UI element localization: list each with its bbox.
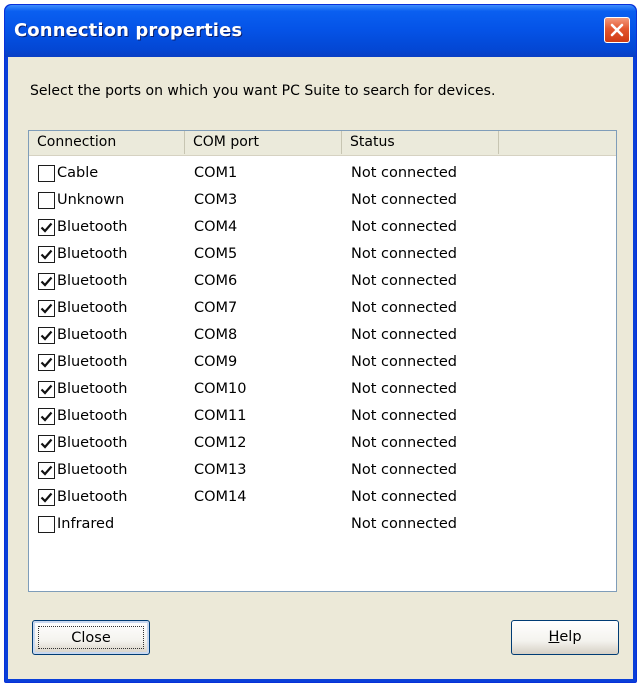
com-port-cell: COM6 — [194, 273, 238, 289]
port-checkbox[interactable] — [38, 489, 55, 506]
column-header-empty — [499, 131, 616, 154]
com-port-cell: COM7 — [194, 300, 238, 316]
help-mnemonic: H — [548, 629, 560, 645]
checkmark-icon — [40, 357, 53, 368]
connection-cell: Bluetooth — [57, 381, 128, 397]
connection-properties-dialog: Connection properties Select the ports o… — [4, 4, 637, 683]
connection-cell: Cable — [57, 165, 99, 181]
port-checkbox[interactable] — [38, 246, 55, 263]
list-rows: Cable COM1 Not connected Unknown COM3 Not con… — [29, 160, 616, 538]
checkmark-icon — [40, 249, 53, 260]
port-checkbox[interactable] — [38, 219, 55, 236]
list-item[interactable]: Bluetooth COM11 Not connected — [29, 403, 616, 430]
status-cell: Not connected — [351, 300, 457, 316]
status-cell: Not connected — [351, 354, 457, 370]
list-header: Connection COM port Status — [29, 131, 616, 156]
status-cell: Not connected — [351, 408, 457, 424]
com-port-cell: COM12 — [194, 435, 247, 451]
status-cell: Not connected — [351, 327, 457, 343]
checkmark-icon — [40, 384, 53, 395]
com-port-cell: COM11 — [194, 408, 247, 424]
port-checkbox[interactable] — [38, 381, 55, 398]
checkmark-icon — [40, 465, 53, 476]
column-header-com-port[interactable]: COM port — [185, 131, 342, 154]
com-port-cell: COM14 — [194, 489, 247, 505]
list-item[interactable]: Bluetooth COM9 Not connected — [29, 349, 616, 376]
port-checkbox[interactable] — [38, 516, 55, 533]
port-checkbox[interactable] — [38, 192, 55, 209]
connection-cell: Bluetooth — [57, 462, 128, 478]
com-port-cell: COM3 — [194, 192, 238, 208]
column-header-connection[interactable]: Connection — [29, 131, 185, 154]
status-cell: Not connected — [351, 381, 457, 397]
ports-list[interactable]: Connection COM port Status Cable COM1 Not … — [28, 130, 617, 592]
connection-cell: Bluetooth — [57, 219, 128, 235]
checkmark-icon — [40, 438, 53, 449]
help-label-rest: elp — [559, 629, 582, 645]
list-item[interactable]: Bluetooth COM4 Not connected — [29, 214, 616, 241]
list-item[interactable]: Bluetooth COM12 Not connected — [29, 430, 616, 457]
connection-cell: Bluetooth — [57, 273, 128, 289]
dialog-body: Select the ports on which you want PC Su… — [8, 57, 633, 679]
checkmark-icon — [40, 492, 53, 503]
port-checkbox[interactable] — [38, 165, 55, 182]
connection-cell: Bluetooth — [57, 408, 128, 424]
list-item[interactable]: Bluetooth COM5 Not connected — [29, 241, 616, 268]
port-checkbox[interactable] — [38, 300, 55, 317]
help-button[interactable]: Help — [511, 620, 619, 655]
status-cell: Not connected — [351, 246, 457, 262]
status-cell: Not connected — [351, 165, 457, 181]
list-item[interactable]: Unknown COM3 Not connected — [29, 187, 616, 214]
close-button-label: Close — [38, 626, 144, 649]
connection-cell: Bluetooth — [57, 489, 128, 505]
column-header-status[interactable]: Status — [342, 131, 499, 154]
com-port-cell: COM9 — [194, 354, 238, 370]
port-checkbox[interactable] — [38, 435, 55, 452]
list-item[interactable]: Bluetooth COM13 Not connected — [29, 457, 616, 484]
com-port-cell: COM13 — [194, 462, 247, 478]
checkmark-icon — [40, 222, 53, 233]
port-checkbox[interactable] — [38, 327, 55, 344]
port-checkbox[interactable] — [38, 408, 55, 425]
status-cell: Not connected — [351, 219, 457, 235]
titlebar-close-button[interactable] — [604, 17, 630, 43]
com-port-cell: COM8 — [194, 327, 238, 343]
port-checkbox[interactable] — [38, 354, 55, 371]
connection-cell: Bluetooth — [57, 435, 128, 451]
status-cell: Not connected — [351, 273, 457, 289]
checkmark-icon — [40, 276, 53, 287]
com-port-cell: COM5 — [194, 246, 238, 262]
connection-cell: Infrared — [57, 516, 115, 532]
checkmark-icon — [40, 330, 53, 341]
connection-cell: Bluetooth — [57, 300, 128, 316]
status-cell: Not connected — [351, 462, 457, 478]
list-item[interactable]: Bluetooth COM14 Not connected — [29, 484, 616, 511]
close-button[interactable]: Close — [32, 620, 150, 655]
status-cell: Not connected — [351, 435, 457, 451]
port-checkbox[interactable] — [38, 462, 55, 479]
title-bar[interactable]: Connection properties — [5, 5, 636, 57]
status-cell: Not connected — [351, 489, 457, 505]
list-item[interactable]: Bluetooth COM8 Not connected — [29, 322, 616, 349]
list-item[interactable]: Bluetooth COM10 Not connected — [29, 376, 616, 403]
status-cell: Not connected — [351, 516, 457, 532]
com-port-cell: COM4 — [194, 219, 238, 235]
connection-cell: Bluetooth — [57, 327, 128, 343]
com-port-cell: COM10 — [194, 381, 247, 397]
checkmark-icon — [40, 303, 53, 314]
instruction-text: Select the ports on which you want PC Su… — [30, 83, 496, 99]
checkmark-icon — [40, 411, 53, 422]
window-title: Connection properties — [14, 20, 243, 41]
list-item[interactable]: Cable COM1 Not connected — [29, 160, 616, 187]
status-cell: Not connected — [351, 192, 457, 208]
port-checkbox[interactable] — [38, 273, 55, 290]
list-item[interactable]: Bluetooth COM7 Not connected — [29, 295, 616, 322]
connection-cell: Unknown — [57, 192, 125, 208]
com-port-cell: COM1 — [194, 165, 238, 181]
connection-cell: Bluetooth — [57, 354, 128, 370]
close-icon — [610, 23, 624, 37]
list-item[interactable]: Infrared Not connected — [29, 511, 616, 538]
list-item[interactable]: Bluetooth COM6 Not connected — [29, 268, 616, 295]
connection-cell: Bluetooth — [57, 246, 128, 262]
